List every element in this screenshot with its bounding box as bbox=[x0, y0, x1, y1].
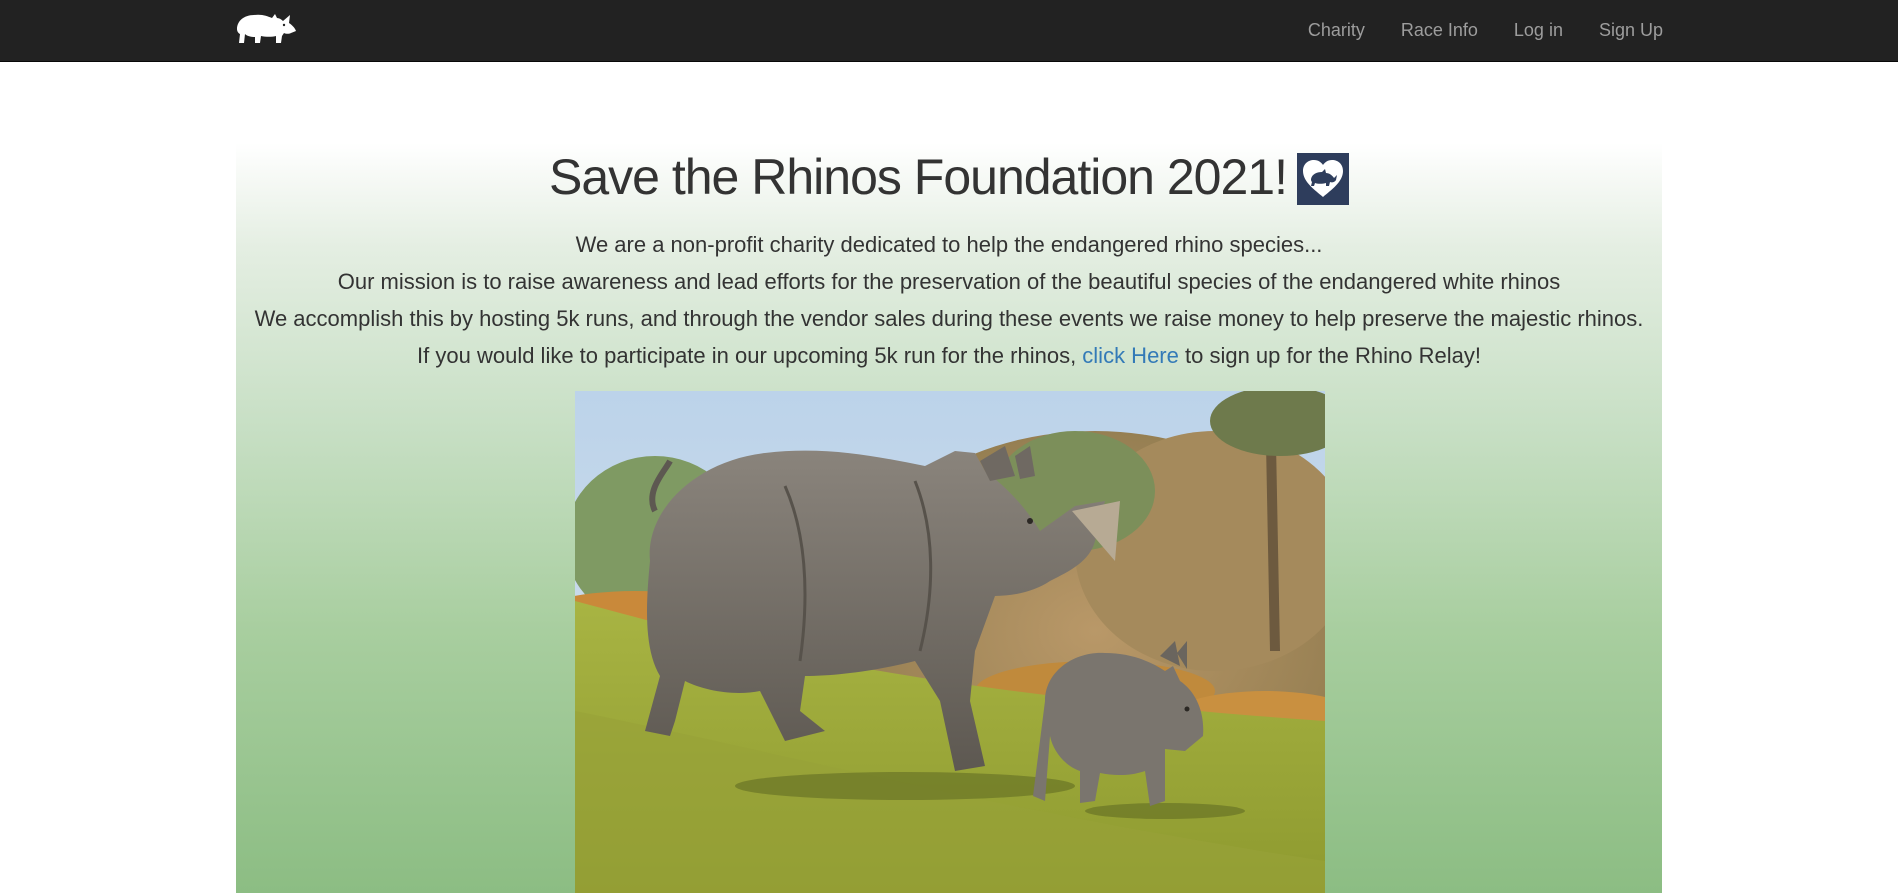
intro-line: We are a non-profit charity dedicated to… bbox=[575, 232, 1323, 257]
cta-line: If you would like to participate in our … bbox=[236, 337, 1662, 374]
nav-link-charity[interactable]: Charity bbox=[1290, 0, 1383, 61]
white-rhino-mother-and-calf-photo bbox=[575, 391, 1325, 893]
hero-panel: Save the Rhinos Foundation 2021! We are … bbox=[236, 143, 1662, 893]
cta-text-before: If you would like to participate in our … bbox=[417, 343, 1083, 368]
nav-links: Charity Race Info Log in Sign Up bbox=[1290, 0, 1898, 61]
heart-rhino-icon bbox=[1297, 153, 1349, 205]
title-row: Save the Rhinos Foundation 2021! bbox=[236, 147, 1662, 207]
cta-text-after: to sign up for the Rhino Relay! bbox=[1178, 343, 1481, 368]
mission-line: Our mission is to raise awareness and le… bbox=[337, 269, 1561, 294]
top-navbar: Charity Race Info Log in Sign Up bbox=[0, 0, 1898, 62]
click-here-signup-link[interactable]: click Here bbox=[1082, 343, 1179, 368]
rhino-logo-icon[interactable] bbox=[234, 9, 298, 45]
accomplish-line: We accomplish this by hosting 5k runs, a… bbox=[254, 306, 1644, 331]
hero-content: Save the Rhinos Foundation 2021! We are … bbox=[236, 143, 1662, 374]
mission-text: We are a non-profit charity dedicated to… bbox=[236, 226, 1662, 374]
page-title: Save the Rhinos Foundation 2021! bbox=[549, 149, 1288, 205]
nav-link-race-info[interactable]: Race Info bbox=[1383, 0, 1496, 61]
nav-link-sign-up[interactable]: Sign Up bbox=[1581, 0, 1681, 61]
nav-link-log-in[interactable]: Log in bbox=[1496, 0, 1581, 61]
